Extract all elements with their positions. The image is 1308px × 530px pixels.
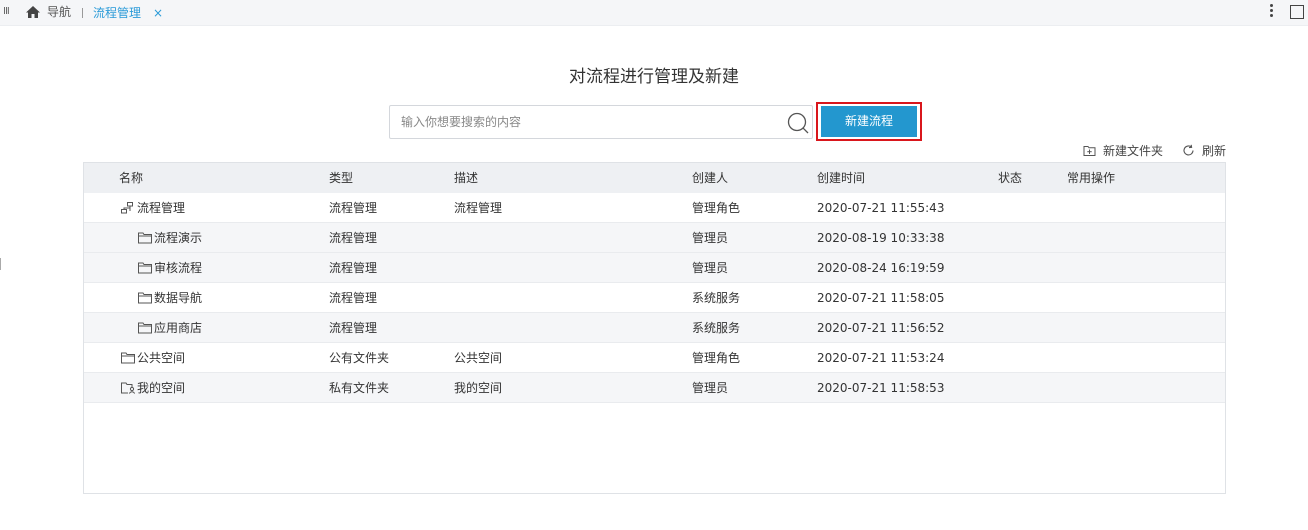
table-row[interactable]: 流程管理 流程管理 流程管理 管理角色 2020-07-21 11:55:43 <box>84 193 1225 223</box>
refresh-label: 刷新 <box>1202 144 1227 158</box>
folder-icon <box>138 292 152 304</box>
table-row[interactable]: 应用商店 流程管理 系统服务 2020-07-21 11:56:52 <box>84 313 1225 343</box>
row-creator: 管理员 <box>692 381 729 395</box>
row-created: 2020-08-19 10:33:38 <box>817 231 945 245</box>
column-header-status[interactable]: 状态 <box>998 163 1022 193</box>
row-name: 我的空间 <box>137 381 186 395</box>
row-created: 2020-08-24 16:19:59 <box>817 261 945 275</box>
folder-icon <box>138 322 152 334</box>
column-header-creator[interactable]: 创建人 <box>692 163 728 193</box>
row-created: 2020-07-21 11:56:52 <box>817 321 945 335</box>
row-name: 流程管理 <box>137 201 186 215</box>
search-input[interactable] <box>390 106 770 138</box>
row-name: 流程演示 <box>154 231 203 245</box>
tab-home[interactable]: 导航 <box>25 4 71 20</box>
row-name-cell: 流程管理 <box>121 193 185 223</box>
home-icon <box>26 6 40 18</box>
table-row[interactable]: 审核流程 流程管理 管理员 2020-08-24 16:19:59 <box>84 253 1225 283</box>
row-name-cell: 流程演示 <box>138 223 202 253</box>
row-creator: 系统服务 <box>692 321 741 335</box>
tab-divider <box>82 8 83 18</box>
flow-tree-icon <box>121 202 133 214</box>
flow-table: 名称 类型 描述 创建人 创建时间 状态 常用操作 流程管理 流程管理 流程管理… <box>83 162 1226 494</box>
new-folder-label: 新建文件夹 <box>1103 144 1164 158</box>
row-created: 2020-07-21 11:58:53 <box>817 381 945 395</box>
row-name-cell: 公共空间 <box>121 343 185 373</box>
tab-bar: III 导航 流程管理 × <box>0 0 1308 26</box>
table-row[interactable]: 公共空间 公有文件夹 公共空间 管理角色 2020-07-21 11:53:24 <box>84 343 1225 373</box>
row-name-cell: 我的空间 <box>121 373 185 403</box>
row-name-cell: 审核流程 <box>138 253 202 283</box>
row-type: 私有文件夹 <box>329 381 390 395</box>
row-name: 公共空间 <box>137 351 186 365</box>
row-name-cell: 应用商店 <box>138 313 202 343</box>
menu-grip-icon[interactable]: III <box>3 6 10 17</box>
row-desc: 我的空间 <box>454 381 503 395</box>
folder-icon <box>138 232 152 244</box>
more-options-icon[interactable] <box>1264 2 1278 22</box>
folder-icon <box>121 352 135 364</box>
page-title: 对流程进行管理及新建 <box>569 67 739 87</box>
row-name: 审核流程 <box>154 261 203 275</box>
table-header: 名称 类型 描述 创建人 创建时间 状态 常用操作 <box>84 163 1225 193</box>
row-name-cell: 数据导航 <box>138 283 202 313</box>
refresh-button[interactable]: 刷新 <box>1182 142 1226 159</box>
row-name: 数据导航 <box>154 291 203 305</box>
row-type: 流程管理 <box>329 261 378 275</box>
row-desc: 公共空间 <box>454 351 503 365</box>
row-creator: 管理角色 <box>692 201 741 215</box>
column-header-ops[interactable]: 常用操作 <box>1067 163 1115 193</box>
search-box <box>389 105 813 139</box>
row-name: 应用商店 <box>154 321 203 335</box>
search-icon[interactable] <box>786 111 810 135</box>
new-folder-button[interactable]: 新建文件夹 <box>1083 142 1163 159</box>
new-folder-icon <box>1083 146 1096 156</box>
row-type: 流程管理 <box>329 201 378 215</box>
column-header-type[interactable]: 类型 <box>329 163 353 193</box>
row-created: 2020-07-21 11:55:43 <box>817 201 945 215</box>
maximize-icon[interactable] <box>1290 5 1304 19</box>
row-creator: 管理员 <box>692 231 729 245</box>
row-creator: 管理角色 <box>692 351 741 365</box>
row-type: 流程管理 <box>329 321 378 335</box>
home-tab-label: 导航 <box>47 5 72 19</box>
folder-icon <box>138 262 152 274</box>
column-header-desc[interactable]: 描述 <box>454 163 478 193</box>
table-row[interactable]: 流程演示 流程管理 管理员 2020-08-19 10:33:38 <box>84 223 1225 253</box>
side-collapse-handle[interactable] <box>0 258 1 270</box>
row-type: 流程管理 <box>329 291 378 305</box>
row-type: 流程管理 <box>329 231 378 245</box>
private-folder-icon <box>121 382 135 394</box>
column-header-created[interactable]: 创建时间 <box>817 163 865 193</box>
row-creator: 系统服务 <box>692 291 741 305</box>
row-type: 公有文件夹 <box>329 351 390 365</box>
table-row[interactable]: 数据导航 流程管理 系统服务 2020-07-21 11:58:05 <box>84 283 1225 313</box>
row-created: 2020-07-21 11:58:05 <box>817 291 945 305</box>
row-created: 2020-07-21 11:53:24 <box>817 351 945 365</box>
close-tab-icon[interactable]: × <box>153 5 163 21</box>
table-row[interactable]: 我的空间 私有文件夹 我的空间 管理员 2020-07-21 11:58:53 <box>84 373 1225 403</box>
row-desc: 流程管理 <box>454 201 503 215</box>
new-flow-button[interactable]: 新建流程 <box>821 106 917 137</box>
refresh-icon <box>1183 144 1194 156</box>
column-header-name[interactable]: 名称 <box>119 163 143 193</box>
row-creator: 管理员 <box>692 261 729 275</box>
tab-flow-management[interactable]: 流程管理 <box>93 5 141 21</box>
